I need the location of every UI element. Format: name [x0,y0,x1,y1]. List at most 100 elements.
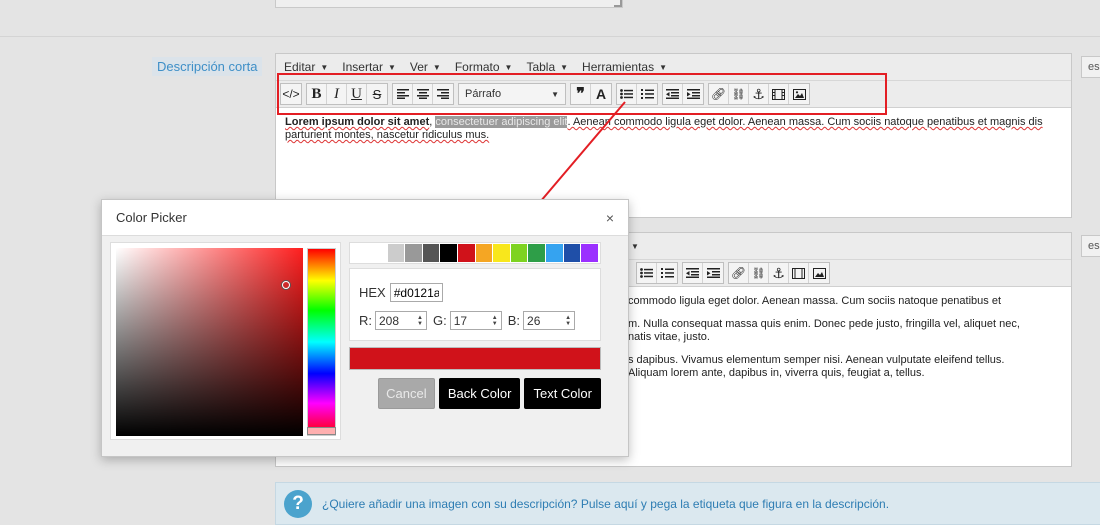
color-picker-dialog: Color Picker × HEX R: 208 ▲▼ G: 17 ▲▼ B: 2… [101,199,629,457]
format-select[interactable]: Párrafo ▼ [459,84,565,104]
color-swatch[interactable] [422,244,440,262]
menu-label: Tabla [526,60,556,74]
previous-field-textarea[interactable] [275,0,623,8]
menu-label: Editar [284,60,316,74]
editor-menubar: Editar ▼ Insertar ▼ Ver ▼ Formato ▼ Tabla ▼ H… [276,54,1071,80]
hex-label: HEX [359,285,386,300]
numbered-list-icon[interactable] [657,263,677,283]
color-swatch[interactable] [387,244,405,262]
color-picker-panel [110,242,341,440]
caret-down-icon: ▼ [320,62,329,72]
close-icon[interactable]: × [606,210,614,226]
align-right-icon[interactable] [433,84,453,104]
resize-grip-icon[interactable] [614,0,622,7]
numbered-list-icon[interactable] [637,84,657,104]
menu-table[interactable]: Tabla ▼ [526,60,568,74]
text-comma: , [429,116,433,128]
align-center-icon[interactable] [413,84,433,104]
menu-edit[interactable]: Editar ▼ [284,60,328,74]
link-icon[interactable]: 🔗︎ [729,263,749,283]
color-swatch[interactable] [440,244,458,262]
language-button[interactable]: es [1081,56,1100,78]
caret-down-icon: ▼ [551,89,559,99]
bold-icon[interactable]: B [307,84,327,104]
info-question: ¿Quiere añadir una imagen con su descrip… [322,496,581,511]
menu-format[interactable]: Formato ▼ [455,60,513,74]
anchor-icon[interactable]: ⚓︎ [749,84,769,104]
outdent-icon[interactable] [683,263,703,283]
anchor-icon[interactable]: ⚓︎ [769,263,789,283]
menu-label: Herramientas [582,60,655,74]
underline-icon[interactable]: U [347,84,367,104]
color-swatch[interactable] [475,244,493,262]
link-icon[interactable]: 🔗︎ [709,84,729,104]
caret-down-icon: ▼ [659,62,667,72]
spinner-icon[interactable]: ▲ ▼ [565,315,571,327]
color-swatches [349,242,601,264]
caret-down-icon: ▼ [432,62,441,72]
red-value: 208 [379,313,400,328]
unlink-icon[interactable]: ⛓︎ [729,84,749,104]
text-color-icon[interactable]: A [591,84,611,104]
editor-toolbar: </> B I U S Párrafo ▼ ❞ A 🔗︎ ⛓︎ ⚓︎ [276,80,1071,108]
color-preview [349,347,601,370]
info-link[interactable]: Pulse aquí [581,497,638,511]
menu-tools[interactable]: Herramientas ▼ [582,60,667,74]
indent-icon[interactable] [683,84,703,104]
hue-slider[interactable] [307,248,336,436]
color-swatch[interactable] [510,244,528,262]
green-stepper[interactable]: 17 ▲ ▼ [449,311,502,330]
menu-view[interactable]: Ver ▼ [410,60,441,74]
blockquote-icon[interactable]: ❞ [571,84,591,104]
color-swatch[interactable] [405,244,422,262]
image-icon[interactable] [809,263,829,283]
color-swatch[interactable] [370,244,387,262]
color-swatch[interactable] [563,244,581,262]
red-label: R: [359,313,372,328]
blue-stepper[interactable]: 26 ▲ ▼ [523,311,576,330]
indent-icon[interactable] [703,263,723,283]
paragraph: commodo ligula eget dolor. Aenean massa.… [628,295,1002,307]
strikethrough-icon[interactable]: S [367,84,387,104]
spinner-icon[interactable]: ▲ ▼ [417,315,423,327]
caret-down-icon: ▼ [504,62,513,72]
green-value: 17 [453,313,468,328]
back-color-button[interactable]: Back Color [438,378,521,409]
dialog-buttons: Cancel Back Color Text Color [349,378,601,409]
red-stepper[interactable]: 208 ▲ ▼ [375,311,427,330]
menu-label: Formato [454,60,500,74]
dialog-header: Color Picker × [102,200,628,236]
color-swatch[interactable] [546,244,563,262]
cancel-button[interactable]: Cancel [377,378,435,409]
caret-down-icon: ▼ [387,62,396,72]
saturation-value-area[interactable] [116,248,303,436]
italic-icon[interactable]: I [327,84,347,104]
color-swatch[interactable] [458,244,475,262]
color-swatch[interactable] [528,244,546,262]
source-code-icon[interactable]: </> [281,84,301,104]
spinner-icon[interactable]: ▲ ▼ [492,315,498,327]
image-icon[interactable] [789,84,809,104]
dialog-title: Color Picker [116,210,187,225]
media-icon[interactable] [789,263,809,283]
menu-insert[interactable]: Insertar ▼ [342,60,396,74]
color-swatch[interactable] [581,244,598,262]
hue-handle[interactable] [307,427,336,435]
language-button[interactable]: es [1081,235,1100,257]
align-left-icon[interactable] [393,84,413,104]
bullet-list-icon[interactable] [617,84,637,104]
color-inputs: HEX R: 208 ▲▼ G: 17 ▲▼ B: 26 ▲▼ [349,268,601,341]
bold-text: Lorem ipsum dolor sit amet [285,116,430,128]
text-color-button[interactable]: Text Color [524,378,601,409]
color-swatch[interactable] [493,244,510,262]
hex-input[interactable] [389,283,443,302]
unlink-icon[interactable]: ⛓︎ [749,263,769,283]
outdent-icon[interactable] [663,84,683,104]
color-cursor[interactable] [282,281,290,289]
media-icon[interactable] [769,84,789,104]
bullet-list-icon[interactable] [637,263,657,283]
paragraph: m. Nulla consequat massa quis enim. Done… [628,318,1020,343]
hex-row: HEX [359,283,600,302]
blue-value: 26 [527,313,541,328]
info-rest: y pega la etiqueta que figura en la desc… [637,496,890,511]
